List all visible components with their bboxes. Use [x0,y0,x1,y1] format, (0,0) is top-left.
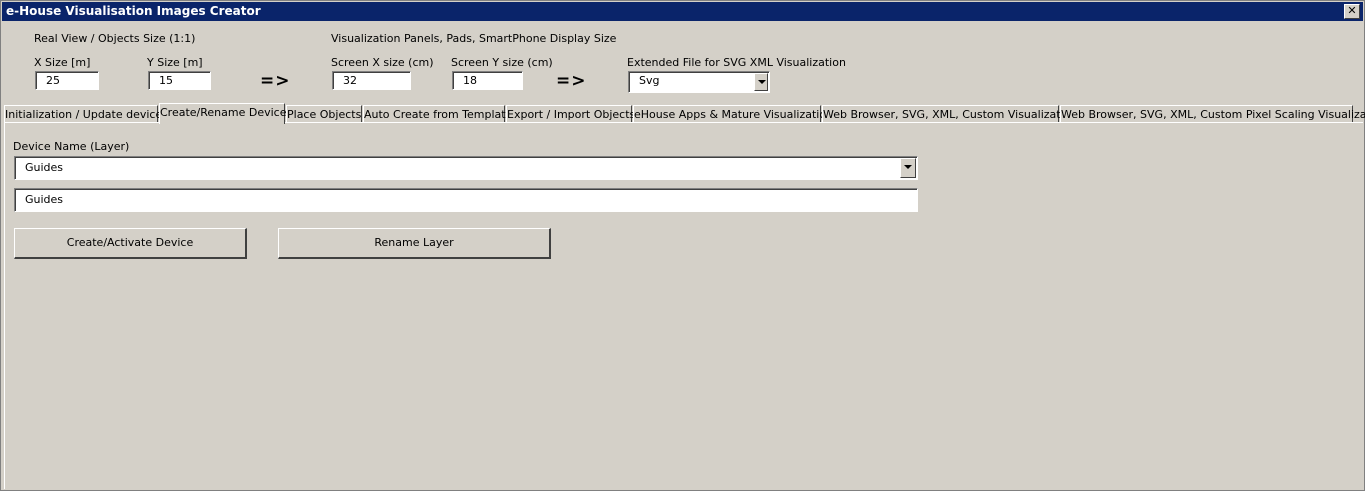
screen-y-input[interactable]: 18 [452,71,523,90]
extended-file-label: Extended File for SVG XML Visualization [627,56,846,69]
y-size-label: Y Size [m] [147,56,203,69]
x-size-label: X Size [m] [34,56,91,69]
tab-web-browser-svg[interactable]: Web Browser, SVG, XML, Custom Visualizat… [822,105,1083,123]
tab-export-import[interactable]: Export / Import Objects [506,105,635,123]
window-title: e-House Visualisation Images Creator [6,4,261,18]
arrow-icon: => [556,71,587,91]
rename-input[interactable]: Guides [14,188,918,212]
device-name-select[interactable]: Guides [14,156,918,180]
screen-x-input[interactable]: 32 [332,71,411,90]
screen-x-label: Screen X size (cm) [331,56,434,69]
screen-y-label: Screen Y size (cm) [451,56,553,69]
tab-ehouse-apps[interactable]: eHouse Apps & Mature Visualizations [633,105,839,123]
arrow-icon: => [260,71,291,91]
y-size-input[interactable]: 15 [148,71,211,90]
chevron-down-icon[interactable] [900,158,916,178]
create-activate-device-button[interactable]: Create/Activate Device [14,228,247,259]
close-icon[interactable]: ✕ [1344,4,1360,19]
x-size-input[interactable]: 25 [35,71,99,90]
title-bar: e-House Visualisation Images Creator ✕ [2,2,1363,21]
tab-create-rename-device[interactable]: Create/Rename Device [159,103,286,124]
tab-place-objects[interactable]: Place Objects [286,105,362,123]
tab-panel: Device Name (Layer) Guides Guides Create… [4,122,1363,489]
chevron-down-icon[interactable] [754,73,768,91]
tab-initialization[interactable]: Initialization / Update devices [4,105,168,123]
real-view-heading: Real View / Objects Size (1:1) [34,32,196,45]
extended-file-select[interactable]: Svg [628,71,770,93]
tab-web-browser-pixel-scaling[interactable]: Web Browser, SVG, XML, Custom Pixel Scal… [1060,105,1365,123]
device-name-value: Guides [25,161,64,174]
screen-heading: Visualization Panels, Pads, SmartPhone D… [331,32,617,45]
device-name-label: Device Name (Layer) [13,140,130,153]
rename-layer-button[interactable]: Rename Layer [278,228,551,259]
tab-auto-create[interactable]: Auto Create from Template [363,105,512,123]
extended-file-value: Svg [639,74,660,87]
app-window: e-House Visualisation Images Creator ✕ R… [0,0,1365,491]
